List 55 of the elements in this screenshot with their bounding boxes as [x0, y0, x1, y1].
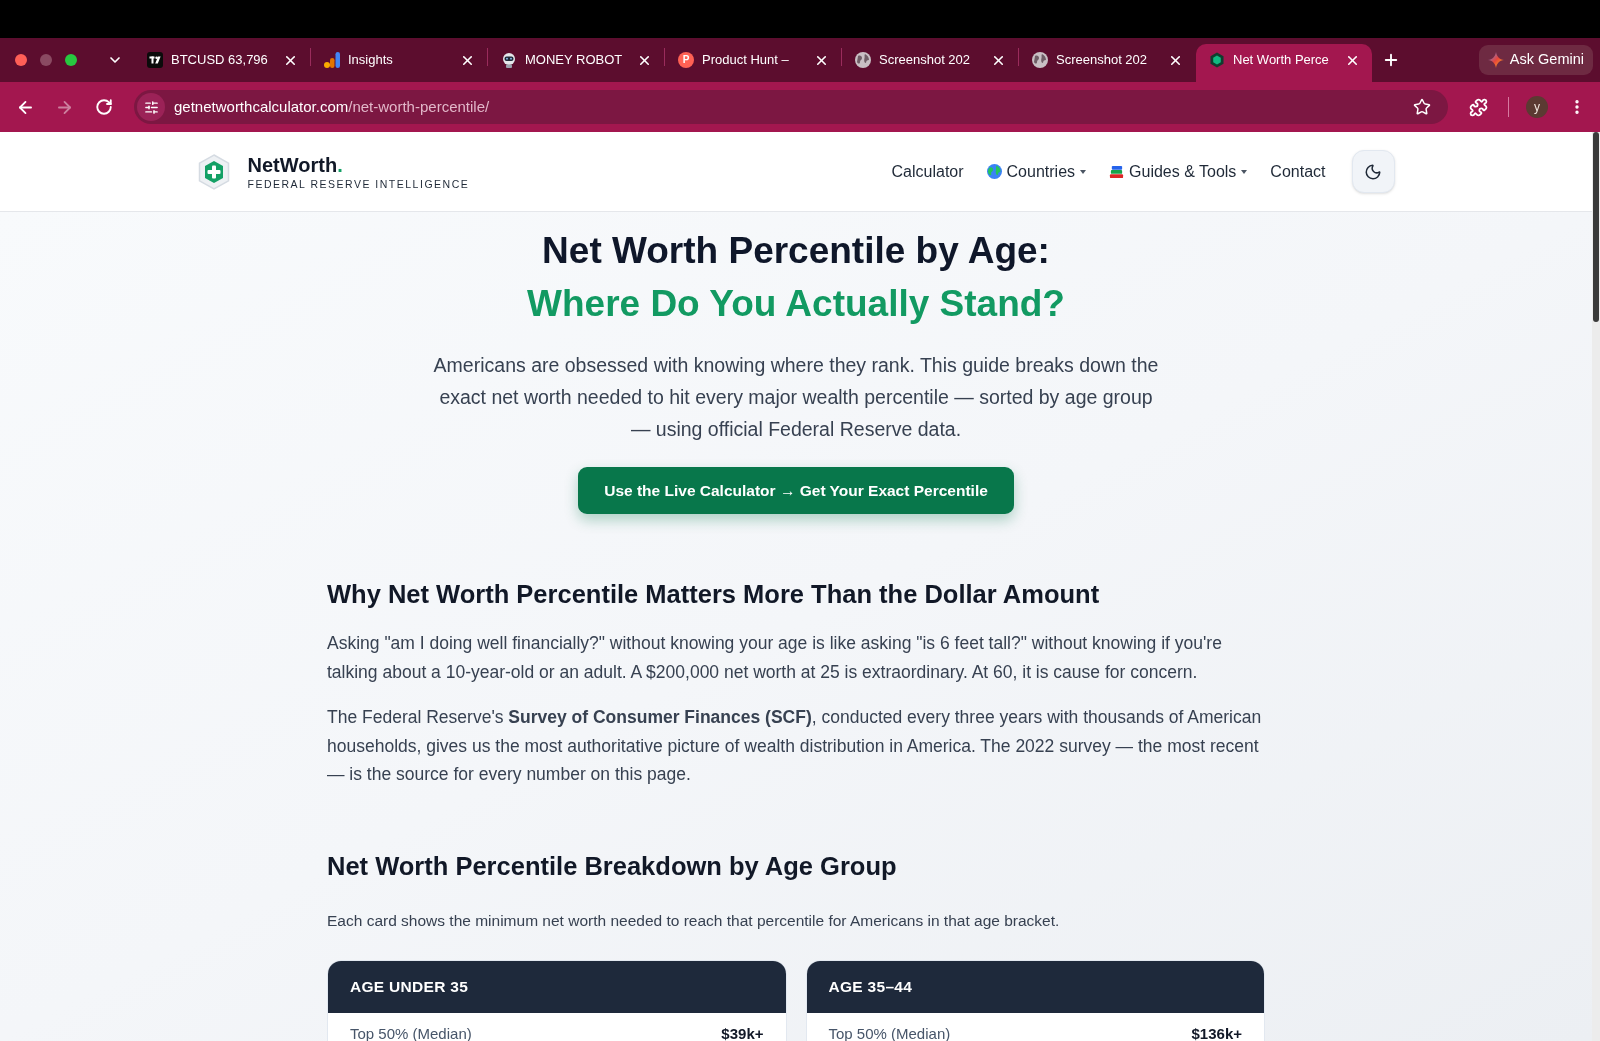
- hexagon-icon: [1209, 52, 1225, 68]
- sparkle-icon: [1487, 52, 1504, 68]
- moon-icon: [1364, 162, 1382, 181]
- hexagon-plus-icon[interactable]: [197, 153, 230, 190]
- browser-tab[interactable]: BTCUSD 63,796: [134, 44, 310, 82]
- calculator-button[interactable]: Use the Live Calculator → Get Your Exact Percentile: [578, 467, 1014, 514]
- gemini-button[interactable]: Ask Gemini: [1478, 45, 1593, 75]
- browser-tab[interactable]: Screenshot 202: [1019, 44, 1195, 82]
- section-heading: Net Worth Percentile Breakdown by Age Group: [327, 850, 898, 882]
- caret-icon: [1080, 169, 1087, 174]
- globe-icon: [855, 52, 871, 68]
- bar-chart-icon: [324, 52, 340, 68]
- scrollbar-thumb[interactable]: [1593, 132, 1599, 322]
- window-maximize-icon[interactable]: [65, 54, 77, 66]
- row-label: Top 50% (Median): [350, 1024, 472, 1041]
- browser-tab[interactable]: Insights: [311, 44, 487, 82]
- window-close-icon[interactable]: [15, 54, 27, 66]
- new-tab-icon[interactable]: [1382, 51, 1400, 69]
- globe-icon: [986, 164, 1002, 179]
- books-icon: [1109, 164, 1125, 179]
- robot-icon: [501, 52, 517, 68]
- brand-name[interactable]: NetWorth.: [247, 152, 470, 177]
- address-bar[interactable]: getnetworthcalculator.com/net-worth-percentile/: [134, 90, 1448, 124]
- theme-toggle-button[interactable]: [1351, 150, 1395, 193]
- browser-tab[interactable]: P Product Hunt –: [665, 44, 841, 82]
- body-paragraph: The Federal Reserve's Survey of Consumer Finances (SCF), conducted every three years with thousands of American households, gives us the most authoritative picture of wealth distribution in America. The 2022 survey — the most recent — is the source for every number on this page.: [327, 706, 1263, 786]
- nav-link[interactable]: Countries: [986, 159, 1087, 184]
- browser-tab[interactable]: Net Worth Perce: [1196, 44, 1372, 82]
- star-icon[interactable]: [1413, 98, 1431, 116]
- nav-link[interactable]: Guides & Tools: [1109, 159, 1248, 184]
- title-highlight: Where Do You Actually Stand?: [527, 282, 1065, 326]
- intro-text: Americans are obsessed with knowing where they rank. This guide breaks down the exact net worth needed to hit every major wealth percentile — sorted by age group — using official Federal Reserve data.: [432, 353, 1160, 442]
- page-title: Net Worth Percentile by Age:: [542, 229, 1050, 273]
- globe-icon: [1032, 52, 1048, 68]
- caption-text: Each card shows the minimum net worth needed to reach that percentile for Americans in that age bracket.: [327, 910, 1061, 931]
- caret-icon: [1241, 169, 1248, 174]
- scrollbar[interactable]: [1592, 132, 1600, 1041]
- puzzle-icon[interactable]: [1469, 97, 1488, 117]
- body-paragraph: Asking "am I doing well financially?" without knowing your age is like asking "is 6 feet tall?" without knowing if you're talking about a 10-year-old or an adult. A $200,000 net worth at 25 is extraordinary. At 60, it is cause for concern.: [327, 632, 1223, 684]
- row-value: $136k+: [1191, 1024, 1242, 1041]
- section-heading: Why Net Worth Percentile Matters More Than the Dollar Amount: [327, 579, 1101, 610]
- brand-tagline: FEDERAL RESERVE INTELLIGENCE: [247, 176, 470, 191]
- nav-link[interactable]: Calculator: [891, 159, 964, 184]
- reload-icon[interactable]: [95, 98, 113, 116]
- row-label: Top 50% (Median): [828, 1024, 951, 1041]
- nav-link[interactable]: Contact: [1270, 159, 1326, 184]
- row-value: $39k+: [721, 1024, 764, 1041]
- logo-tile-icon: [147, 52, 163, 68]
- letter-favicon: P: [678, 52, 694, 68]
- site-info-icon[interactable]: [137, 93, 165, 121]
- browser-tab[interactable]: MONEY ROBOT: [488, 44, 664, 82]
- profile-avatar[interactable]: y: [1526, 96, 1548, 118]
- card-header: AGE 35–44: [806, 960, 1264, 1013]
- browser-tab[interactable]: Screenshot 202: [842, 44, 1018, 82]
- card-header: AGE UNDER 35: [328, 960, 786, 1013]
